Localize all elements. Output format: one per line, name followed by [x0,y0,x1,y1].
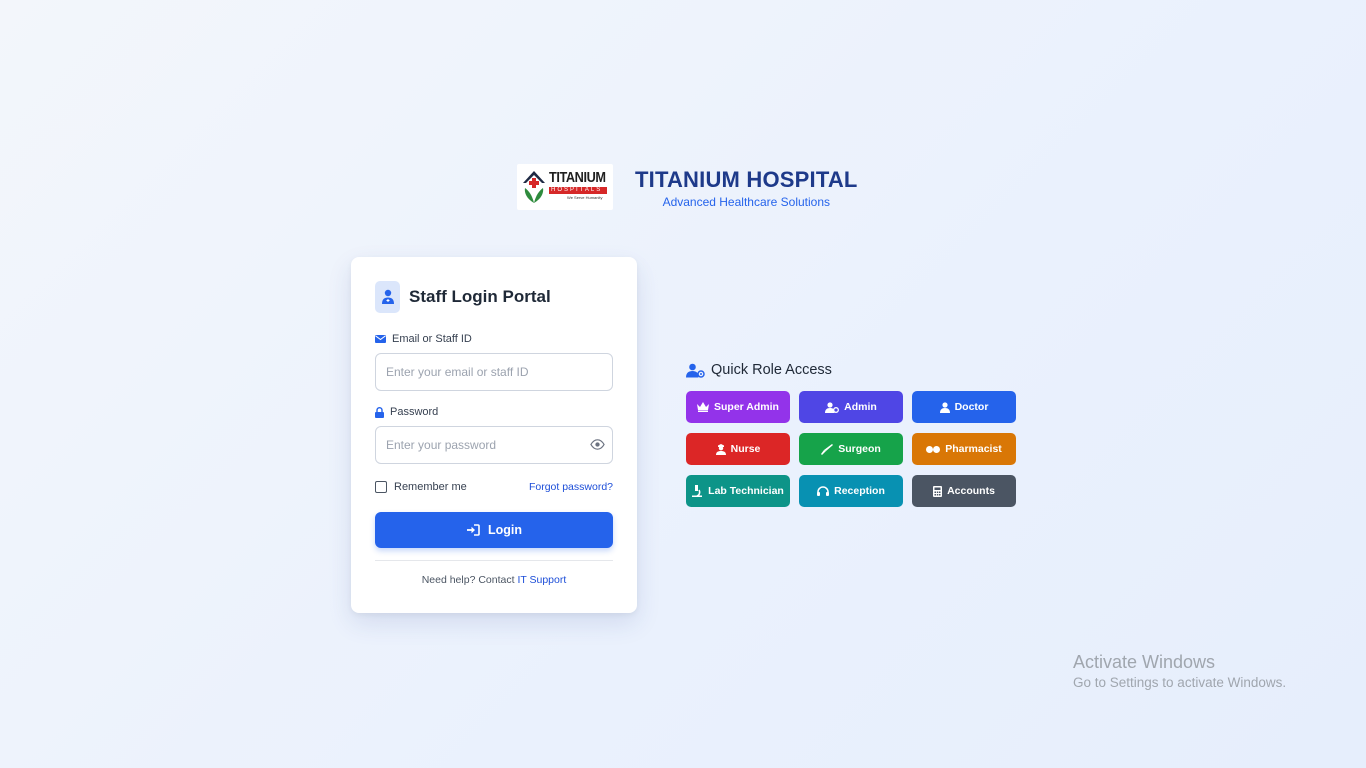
help-text: Need help? Contact IT Support [421,574,567,586]
role-button-reception[interactable]: Reception [799,475,903,507]
watermark-title: Activate Windows [1073,652,1216,672]
role-button-super-admin[interactable]: Super Admin [686,391,790,423]
logo-tagline: We Serve Humanity [567,195,603,200]
role-button-lab-technician[interactable]: Lab Technician [686,475,790,507]
hospital-logo: TITANIUM HOSPITALS We Serve Humanity [517,164,613,210]
microscope-icon [692,485,703,497]
windows-activation-watermark: Activate Windows Go to Settings to activ… [1073,652,1286,690]
role-button-nurse[interactable]: Nurse [686,433,790,465]
watermark-subtitle: Go to Settings to activate Windows. [1073,675,1287,690]
quick-role-title: Quick Role Access [686,362,1016,378]
brand-subtitle: Advanced Healthcare Solutions [662,194,830,209]
it-support-link[interactable]: IT Support [517,574,566,586]
remember-label: Remember me [394,481,467,493]
user-doctor-icon [375,281,400,313]
email-label: Email or Staff ID [375,333,613,345]
brand-header: TITANIUM HOSPITALS We Serve Humanity TIT… [517,164,858,210]
pills-icon [926,445,941,453]
role-buttons-grid: Super Admin Admin Doctor Nurse Surgeon P… [686,391,1016,507]
login-button[interactable]: Login [375,512,613,548]
remember-checkbox[interactable] [375,481,387,493]
remember-me[interactable]: Remember me [375,481,467,493]
role-button-pharmacist[interactable]: Pharmacist [912,433,1016,465]
role-button-surgeon[interactable]: Surgeon [799,433,903,465]
login-page: TITANIUM HOSPITALS We Serve Humanity TIT… [0,0,1366,768]
role-button-doctor[interactable]: Doctor [912,391,1016,423]
scalpel-icon [821,443,834,455]
login-card: Staff Login Portal Email or Staff ID Pas… [351,257,637,613]
login-card-header: Staff Login Portal [375,281,613,313]
logo-subtitle: HOSPITALS [549,187,607,194]
user-doctor-icon [939,401,950,413]
quick-role-access: Quick Role Access Super Admin Admin Doct… [686,362,1016,507]
password-input[interactable] [375,426,613,464]
logo-title: TITANIUM [549,169,606,186]
eye-icon[interactable] [590,437,605,452]
user-nurse-icon [715,443,726,455]
login-title: Staff Login Portal [409,287,551,306]
headset-icon [817,485,830,496]
login-button-label: Login [487,523,522,537]
password-label: Password [375,406,613,418]
role-button-admin[interactable]: Admin [799,391,903,423]
logo-emblem-icon [523,171,545,203]
sign-in-icon [466,524,480,536]
lock-icon [375,406,384,418]
envelope-icon [375,335,386,343]
email-input[interactable] [375,353,613,391]
brand-title: TITANIUM HOSPITAL [635,166,858,192]
calculator-icon [933,485,943,497]
role-button-accounts[interactable]: Accounts [912,475,1016,507]
forgot-password-link[interactable]: Forgot password? [529,481,613,493]
user-gear-icon [825,401,840,413]
crown-icon [697,402,710,412]
users-gear-icon [686,363,705,378]
divider [375,560,613,561]
